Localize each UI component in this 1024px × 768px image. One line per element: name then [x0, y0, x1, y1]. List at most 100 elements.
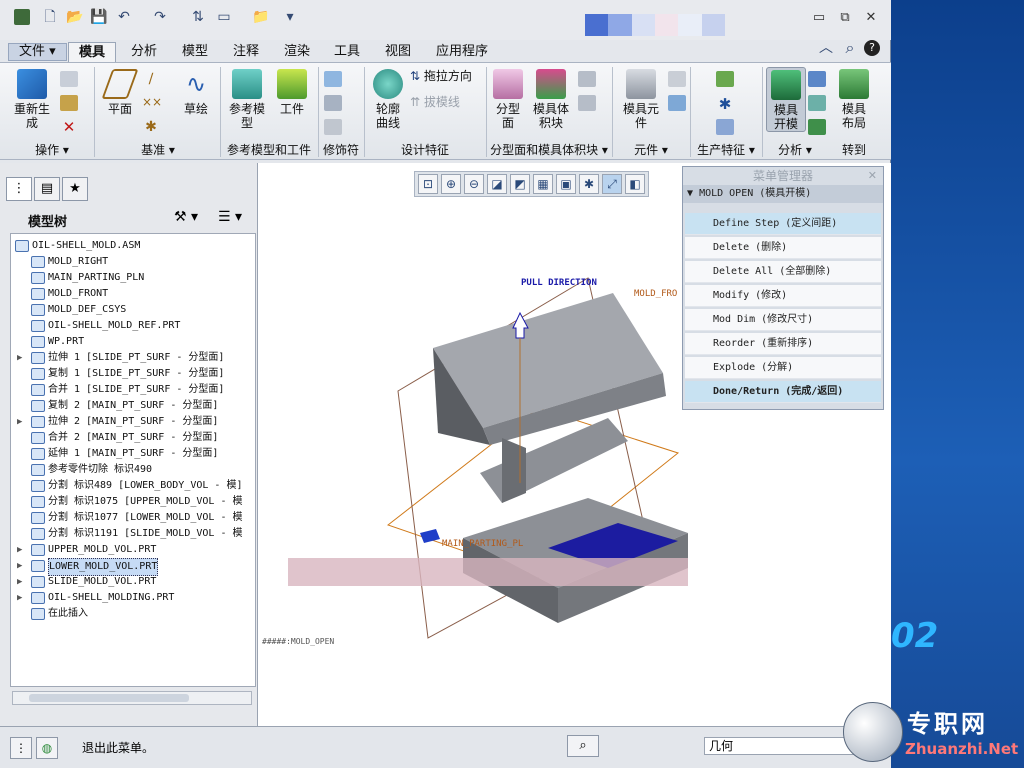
tab-mold[interactable]: 模具 — [68, 42, 117, 62]
menu-close-icon[interactable]: ✕ — [868, 169, 877, 182]
regenerate-button[interactable]: 重新生 成 — [10, 69, 54, 130]
close-icon[interactable]: ✕ — [862, 10, 880, 26]
modifier-1-icon[interactable] — [324, 71, 342, 87]
tree-settings-icon[interactable]: ⚒ ▾ — [174, 209, 198, 225]
group-datum[interactable]: 基准 ▾ — [96, 141, 220, 159]
ref-model-button[interactable]: 参考模 型 — [224, 69, 270, 130]
annotation-display-icon[interactable]: ⤢ — [602, 174, 622, 194]
tree-item[interactable]: ▶ OIL-SHELL_MOLDING.PRT — [11, 590, 255, 606]
mold-component-button[interactable]: 模具元 件 — [618, 69, 664, 130]
tree-horizontal-scrollbar[interactable] — [12, 691, 252, 705]
windows-icon[interactable]: ▭ — [216, 9, 232, 25]
modifier-3-icon[interactable] — [324, 119, 342, 135]
production-2-icon[interactable]: ✱ — [716, 95, 734, 113]
group-components[interactable]: 元件 ▾ — [612, 141, 690, 159]
menu-item[interactable]: Define Step (定义间距) — [685, 213, 881, 235]
tree-item[interactable]: ▶ 拉伸 1 [SLIDE_PT_SURF - 分型面] — [11, 350, 255, 366]
tree-item[interactable]: 合并 1 [SLIDE_PT_SURF - 分型面] — [11, 382, 255, 398]
redo-icon[interactable]: ↷ — [152, 9, 168, 25]
menu-item[interactable]: Explode (分解) — [685, 357, 881, 379]
tab-applications[interactable]: 应用程序 — [426, 42, 498, 62]
draft-line-button[interactable]: ⇈ 拔模线 — [410, 95, 460, 109]
tab-analysis[interactable]: 分析 — [121, 42, 167, 62]
tree-item[interactable]: 分割 标识1075 [UPPER_MOLD_VOL - 模 — [11, 494, 255, 510]
tree-item[interactable]: 分割 标识1191 [SLIDE_MOLD_VOL - 模 — [11, 526, 255, 542]
find-icon[interactable]: ⌕ — [567, 735, 599, 757]
expand-arrow-icon[interactable]: ▶ — [17, 350, 22, 366]
scrollbar-thumb[interactable] — [29, 694, 189, 702]
expand-arrow-icon[interactable]: ▶ — [17, 414, 22, 430]
tab-model[interactable]: 模型 — [172, 42, 218, 62]
drag-direction-button[interactable]: ⇅ 拖拉方向 — [410, 69, 472, 83]
modifier-2-icon[interactable] — [324, 95, 342, 111]
sketch-button[interactable]: ∿ 草绘 — [176, 69, 216, 116]
search-icon[interactable]: ⌕ — [842, 40, 858, 56]
refit-icon[interactable]: ⊡ — [418, 174, 438, 194]
group-goto[interactable]: 转到 — [828, 141, 880, 159]
repaint-icon[interactable]: ◪ — [487, 174, 507, 194]
tree-item[interactable]: MAIN_PARTING_PLN — [11, 270, 255, 286]
help-icon[interactable]: ? — [864, 40, 880, 56]
zoom-in-icon[interactable]: ⊕ — [441, 174, 461, 194]
tab-file[interactable]: 文件 ▾ — [8, 43, 67, 61]
tree-display-icon[interactable]: ☰ ▾ — [218, 209, 242, 225]
zoom-out-icon[interactable]: ⊖ — [464, 174, 484, 194]
parting-surface-button[interactable]: 分型 面 — [490, 69, 526, 130]
mold-layout-button[interactable]: 模具 布局 — [834, 69, 874, 130]
close-window-icon[interactable]: 📁 — [252, 9, 269, 25]
delete-icon[interactable]: ✕ — [60, 119, 78, 135]
copy-icon[interactable] — [60, 71, 78, 87]
tab-annotate[interactable]: 注释 — [223, 42, 269, 62]
datum-display-icon[interactable]: ✱ — [579, 174, 599, 194]
save-icon[interactable]: 💾 — [90, 9, 107, 25]
open-file-icon[interactable]: 📂 — [66, 9, 83, 25]
production-3-icon[interactable] — [716, 119, 734, 135]
split-1-icon[interactable] — [578, 71, 596, 87]
tree-item[interactable]: MOLD_FRONT — [11, 286, 255, 302]
expand-arrow-icon[interactable]: ▶ — [17, 558, 22, 574]
production-1-icon[interactable] — [716, 71, 734, 87]
minimize-icon[interactable]: ▭ — [810, 10, 828, 26]
split-2-icon[interactable] — [578, 95, 596, 111]
tab-tools[interactable]: 工具 — [324, 42, 370, 62]
customize-toolbar-icon[interactable]: ▾ — [282, 9, 298, 25]
tree-item[interactable]: MOLD_RIGHT — [11, 254, 255, 270]
tree-item[interactable]: WP.PRT — [11, 334, 255, 350]
tree-item[interactable]: ▶ SLIDE_MOLD_VOL.PRT — [11, 574, 255, 590]
plane-button[interactable]: 平面 — [100, 69, 140, 116]
maximize-icon[interactable]: ⧉ — [836, 10, 854, 26]
spin-center-icon[interactable]: ◧ — [625, 174, 645, 194]
menu-item[interactable]: Mod Dim (修改尺寸) — [685, 309, 881, 331]
menu-header[interactable]: ▼ MOLD OPEN (模具开模) — [683, 185, 883, 203]
group-analysis[interactable]: 分析 ▾ — [762, 141, 828, 159]
browser-icon[interactable]: ◍ — [36, 737, 58, 759]
menu-item[interactable]: Modify (修改) — [685, 285, 881, 307]
folder-browser-tab-icon[interactable]: ▤ — [34, 177, 60, 201]
tree-item[interactable]: ▶ UPPER_MOLD_VOL.PRT — [11, 542, 255, 558]
regenerate-quick-icon[interactable]: ⇅ — [190, 9, 206, 25]
tree-item[interactable]: OIL-SHELL_MOLD.ASM — [11, 238, 255, 254]
component-3-icon[interactable] — [668, 95, 686, 111]
selection-filter[interactable]: 几何 — [704, 737, 854, 755]
model-tree-tab-icon[interactable]: ⋮ — [6, 177, 32, 201]
mold-open-button[interactable]: 模具 开模 — [766, 67, 806, 132]
group-production[interactable]: 生产特征 ▾ — [690, 141, 762, 159]
group-modifiers[interactable]: 修饰符 — [318, 141, 364, 159]
menu-item[interactable]: Reorder (重新排序) — [685, 333, 881, 355]
tree-item[interactable]: OIL-SHELL_MOLD_REF.PRT — [11, 318, 255, 334]
menu-item[interactable]: Delete (删除) — [685, 237, 881, 259]
tree-item[interactable]: 复制 2 [MAIN_PT_SURF - 分型面] — [11, 398, 255, 414]
tab-view[interactable]: 视图 — [375, 42, 421, 62]
tree-item[interactable]: ▶ LOWER_MOLD_VOL.PRT — [11, 558, 255, 576]
tree-item[interactable]: MOLD_DEF_CSYS — [11, 302, 255, 318]
group-operations[interactable]: 操作 ▾ — [10, 141, 94, 159]
display-style-icon[interactable]: ◩ — [510, 174, 530, 194]
tree-item[interactable]: 参考零件切除 标识490 — [11, 462, 255, 478]
group-parting[interactable]: 分型面和模具体积块 ▾ — [486, 141, 612, 159]
menu-item[interactable]: Done/Return (完成/返回) — [685, 381, 881, 403]
axis-icon[interactable]: ∕ — [142, 71, 160, 87]
analysis-1-icon[interactable] — [808, 71, 826, 87]
show-tree-icon[interactable]: ⋮ — [10, 737, 32, 759]
collapse-ribbon-icon[interactable]: ︿ — [818, 40, 834, 56]
group-ref-model[interactable]: 参考模型和工件 — [220, 141, 318, 159]
